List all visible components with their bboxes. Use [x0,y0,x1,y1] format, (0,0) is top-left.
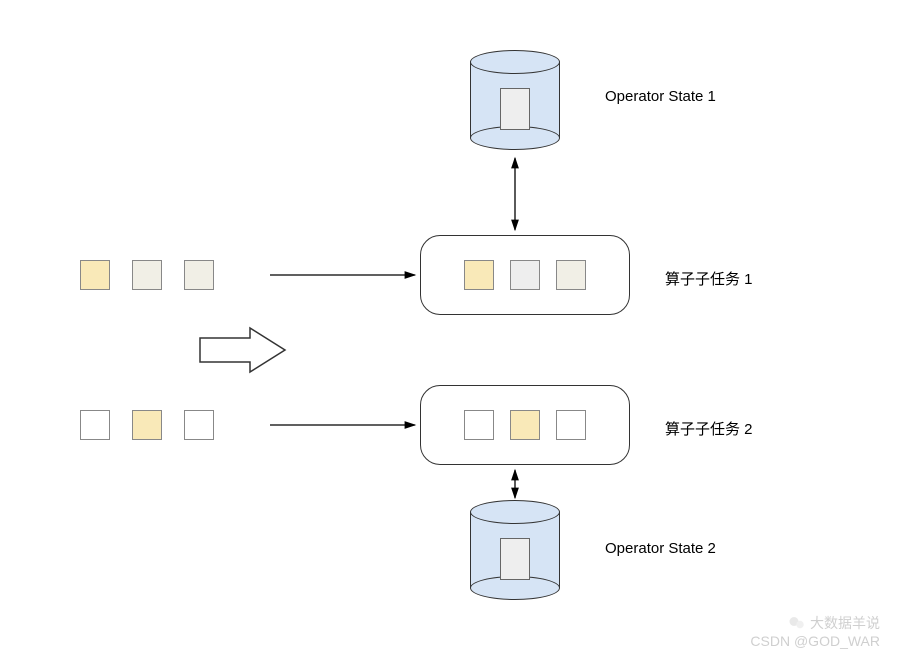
db-cylinder-bottom [470,500,560,600]
arrows-layer [0,0,900,660]
item-box [510,260,540,290]
item-box [132,260,162,290]
item-box [132,410,162,440]
input-stream-1 [80,260,214,290]
wechat-icon [788,614,806,632]
db-inner-box [500,538,530,580]
subtask-2-container [420,385,630,465]
flow-arrow-icon [200,328,285,372]
label-operator-state-1: Operator State 1 [605,88,716,105]
label-operator-state-2: Operator State 2 [605,540,716,557]
label-subtask-2: 算子子任务 2 [665,418,753,439]
subtask-1-container [420,235,630,315]
item-box [464,410,494,440]
db-inner-box [500,88,530,130]
db-cylinder-top [470,50,560,150]
item-box [556,410,586,440]
watermark-line-1: 大数据羊说 [810,614,880,632]
watermark: 大数据羊说 CSDN @GOD_WAR [750,614,880,650]
item-box [184,410,214,440]
label-subtask-1: 算子子任务 1 [665,268,753,289]
item-box [184,260,214,290]
input-stream-2 [80,410,214,440]
watermark-line-2: CSDN @GOD_WAR [750,632,880,650]
item-box [80,260,110,290]
item-box [556,260,586,290]
item-box [510,410,540,440]
item-box [80,410,110,440]
item-box [464,260,494,290]
